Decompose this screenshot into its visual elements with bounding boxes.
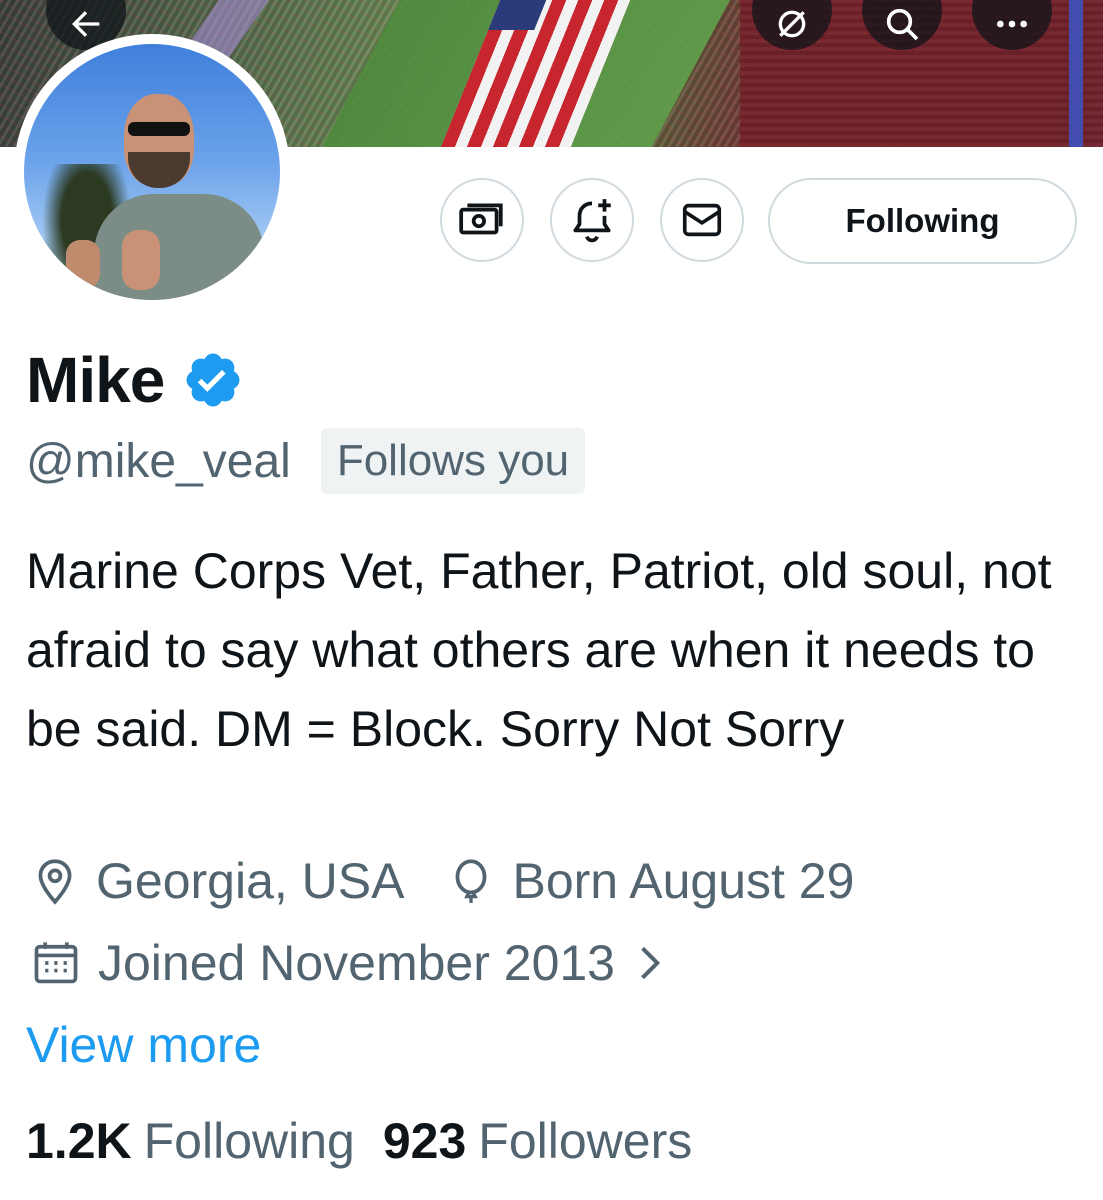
tip-button[interactable] (440, 178, 524, 262)
joined-row[interactable]: Joined November 2013 (30, 934, 671, 992)
follow-stats: 1.2K Following 923 Followers (26, 1112, 692, 1170)
following-button[interactable]: Following (768, 178, 1077, 264)
avatar-photo (24, 44, 280, 300)
view-more-link[interactable]: View more (26, 1016, 261, 1074)
name-row: Mike (26, 340, 244, 420)
followers-stat[interactable]: 923 Followers (383, 1112, 692, 1170)
envelope-icon (682, 203, 722, 237)
search-icon (886, 8, 919, 41)
balloon-icon (456, 859, 487, 903)
joined-text: Joined November 2013 (98, 935, 615, 991)
bell-plus-icon (573, 199, 611, 243)
chevron-right-icon (641, 946, 661, 980)
bio: Marine Corps Vet, Father, Patriot, old s… (26, 543, 1052, 757)
following-count: 1.2K (26, 1113, 132, 1169)
following-stat-label: Following (143, 1113, 355, 1169)
followers-count: 923 (382, 1113, 467, 1169)
location-pin-icon (38, 859, 72, 905)
avatar[interactable] (14, 34, 290, 310)
calendar-icon (34, 942, 78, 984)
followers-stat-label: Followers (478, 1113, 693, 1169)
location-text: Georgia, USA (96, 853, 405, 909)
birthday-text: Born August 29 (512, 853, 855, 909)
message-button[interactable] (660, 178, 744, 262)
following-stat[interactable]: 1.2K Following (26, 1112, 355, 1170)
follows-you-badge: Follows you (320, 428, 586, 494)
display-name: Mike (26, 344, 165, 416)
verified-badge-icon[interactable] (182, 349, 244, 411)
arrow-left-icon (72, 11, 100, 37)
more-icon (997, 20, 1027, 28)
grok-icon (778, 10, 806, 38)
notify-button[interactable] (550, 178, 634, 262)
location-birthday-row: Georgia, USA Born August 29 (30, 852, 854, 910)
handle: @mike_veal (26, 434, 291, 488)
handle-row: @mike_veal Follows you (26, 428, 586, 494)
money-icon (459, 203, 503, 235)
